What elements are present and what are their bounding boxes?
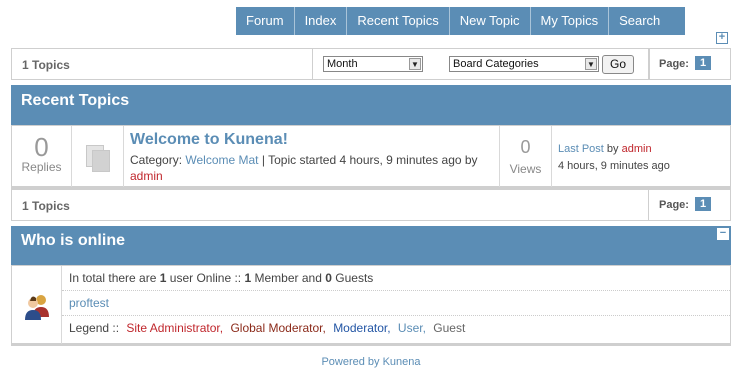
topic-count: 1 Topics [22, 199, 70, 213]
page-number[interactable]: 1 [695, 197, 712, 211]
recent-topics-heading: Recent Topics [21, 92, 130, 109]
legend-site-administrator: Site Administrator, [126, 321, 224, 335]
author-link[interactable]: admin [130, 169, 163, 183]
views-cell: 0 Views [500, 126, 552, 187]
legend-moderator: Moderator, [333, 321, 391, 335]
who-is-online-panel: In total there are 1 user Online :: 1 Me… [11, 265, 731, 346]
guests-label: Guests [335, 271, 374, 285]
by-label: by [606, 143, 619, 155]
views-count: 0 [520, 137, 531, 157]
category-filter-select[interactable]: Board Categories ▼ [449, 56, 599, 72]
dropdown-arrow-icon: ▼ [409, 58, 421, 70]
topic-started-text: | Topic started 4 hours, 9 minutes ago b… [261, 153, 478, 167]
online-rows: In total there are 1 user Online :: 1 Me… [62, 266, 730, 341]
last-post-author-link[interactable]: admin [622, 143, 652, 155]
legend: Legend :: Site Administrator, Global Mod… [62, 316, 730, 341]
recent-topics-header: Recent Topics [11, 85, 731, 125]
dropdown-arrow-icon: ▼ [585, 58, 597, 70]
category-label: Category: [130, 153, 183, 167]
legend-global-moderator: Global Moderator, [230, 321, 326, 335]
users-icon-cell [12, 266, 62, 344]
legend-guest: Guest [433, 321, 466, 335]
replies-cell: 0 Replies [12, 126, 72, 187]
pagination: Page: 1 [648, 49, 730, 79]
last-post-link[interactable]: Last Post [558, 143, 604, 155]
last-post-cell: Last Post by admin 4 hours, 9 minutes ag… [552, 126, 730, 187]
topic-info: Welcome to Kunena! Category: Welcome Mat… [124, 126, 500, 187]
tab-index[interactable]: Index [295, 7, 348, 35]
topic-row: 0 Replies Welcome to Kunena! Category: W… [11, 125, 731, 189]
time-filter-value: Month [327, 58, 358, 70]
replies-count: 0 [34, 132, 49, 162]
topic-meta: Category: Welcome Mat | Topic started 4 … [130, 152, 499, 184]
top-navigation: Forum Index Recent Topics New Topic My T… [236, 7, 686, 35]
members-label: Member and [254, 271, 322, 285]
online-summary: In total there are 1 user Online :: 1 Me… [62, 266, 730, 291]
bottom-pagination-bar: 1 Topics Page: 1 [11, 189, 731, 221]
page-label: Page: [659, 58, 689, 70]
time-filter-select[interactable]: Month ▼ [323, 56, 423, 72]
legend-user: User, [397, 321, 426, 335]
users-online-count: 1 [159, 271, 167, 285]
who-is-online-header: Who is online − [11, 226, 731, 265]
page-number[interactable]: 1 [695, 56, 712, 70]
guests-count: 0 [325, 271, 332, 285]
members-count: 1 [244, 271, 252, 285]
legend-label: Legend :: [69, 321, 120, 335]
expand-icon[interactable]: + [716, 32, 728, 44]
topic-title-link[interactable]: Welcome to Kunena! [130, 131, 499, 149]
summary-mid: user Online :: [169, 271, 242, 285]
replies-label: Replies [21, 160, 62, 174]
filter-group: Month ▼ Board Categories ▼ Go [312, 49, 650, 79]
who-is-online-heading: Who is online [21, 232, 125, 249]
summary-prefix: In total there are [69, 271, 157, 285]
go-button[interactable]: Go [602, 55, 634, 74]
pagination: Page: 1 [648, 190, 730, 220]
online-user-list: proftest [62, 291, 730, 316]
tab-recent-topics[interactable]: Recent Topics [347, 7, 450, 35]
category-link[interactable]: Welcome Mat [185, 153, 258, 167]
powered-by-link[interactable]: Powered by Kunena [0, 356, 742, 368]
views-label: Views [509, 162, 542, 176]
online-user-link[interactable]: proftest [69, 296, 109, 310]
tab-forum[interactable]: Forum [236, 7, 295, 35]
document-icon [92, 150, 110, 172]
users-icon [25, 295, 49, 320]
top-pagination-bar: 1 Topics Month ▼ Board Categories ▼ Go P… [11, 48, 731, 80]
topic-icon-cell [72, 126, 124, 187]
page-label: Page: [659, 199, 689, 211]
tab-my-topics[interactable]: My Topics [531, 7, 610, 35]
last-post-time: 4 hours, 9 minutes ago [558, 160, 670, 172]
category-filter-value: Board Categories [453, 58, 539, 70]
collapse-icon[interactable]: − [717, 228, 729, 240]
tab-search[interactable]: Search [609, 7, 685, 35]
tab-new-topic[interactable]: New Topic [450, 7, 531, 35]
topic-count: 1 Topics [22, 58, 70, 72]
